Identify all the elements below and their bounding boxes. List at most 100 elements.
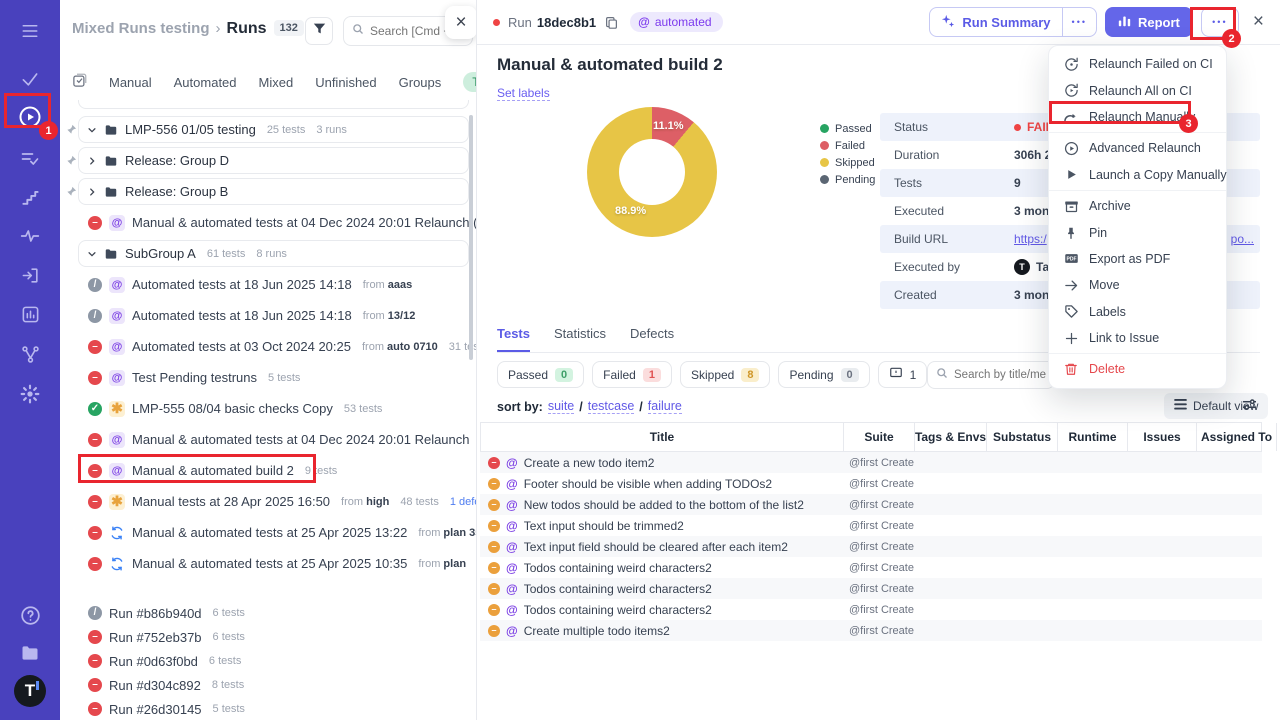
run-row[interactable]: –Run #26d301455 tests [60, 697, 477, 720]
menu-item-pin[interactable]: Pin [1049, 219, 1226, 245]
chevron-down-icon[interactable] [87, 249, 97, 259]
comments-filter-pill[interactable]: 1 [878, 361, 928, 388]
run-row[interactable]: /Run #b86b940d6 tests [60, 601, 477, 625]
table-row[interactable]: –@Create multiple todo items2@first Crea… [480, 620, 1262, 641]
test-title[interactable]: Todos containing weird characters2 [524, 582, 712, 596]
run-row[interactable]: –Manual & automated tests at 25 Apr 2025… [60, 548, 477, 579]
menu-item-link-to-issue[interactable]: Link to Issue [1049, 325, 1226, 351]
column-header-title[interactable]: Title [481, 423, 844, 451]
runs-tab-automated[interactable]: Automated [174, 75, 237, 90]
runs-tab-unfinished[interactable]: Unfinished [315, 75, 376, 90]
run-row[interactable]: –✱Manual tests at 28 Apr 2025 16:50from … [60, 486, 477, 517]
test-title[interactable]: Todos containing weird characters2 [524, 561, 712, 575]
menu-icon[interactable] [0, 14, 60, 48]
steps-icon[interactable] [0, 180, 60, 214]
column-header-suite[interactable]: Suite [844, 423, 915, 451]
folder-icon[interactable] [0, 636, 60, 670]
run-row[interactable]: /@Automated tests at 18 Jun 2025 14:18fr… [60, 269, 477, 300]
menu-item-export-as-pdf[interactable]: PDFExport as PDF [1049, 246, 1226, 272]
close-run-icon[interactable]: × [1253, 11, 1264, 33]
gear-icon[interactable] [0, 377, 60, 411]
build-url-link-end[interactable]: po... [1231, 232, 1254, 246]
select-all-icon[interactable] [72, 73, 87, 91]
run-group-row[interactable]: Release: Group B [60, 176, 477, 207]
run-type-tag[interactable]: @automated [630, 12, 722, 32]
chart-icon[interactable] [0, 297, 60, 331]
build-url-link[interactable]: https:/ [1014, 232, 1047, 246]
sort-link-testcase[interactable]: testcase [588, 399, 635, 414]
table-row[interactable]: –@Text input should be trimmed2@first Cr… [480, 515, 1262, 536]
test-title[interactable]: Footer should be visible when adding TOD… [524, 477, 772, 491]
signin-icon[interactable] [0, 258, 60, 292]
check-icon[interactable] [0, 62, 60, 96]
column-header-substatus[interactable]: Substatus [987, 423, 1058, 451]
tests-search-input[interactable] [954, 369, 1046, 381]
chevron-right-icon[interactable] [87, 156, 97, 166]
table-row[interactable]: –@New todos should be added to the botto… [480, 494, 1262, 515]
filter-button[interactable] [305, 17, 333, 45]
pill-failed[interactable]: Failed1 [592, 361, 672, 388]
menu-item-relaunch-all-on-ci[interactable]: Relaunch All on CI [1049, 77, 1226, 103]
runs-tab-today[interactable]: To [463, 72, 477, 92]
tests-search[interactable] [927, 361, 1055, 389]
help-icon[interactable] [0, 598, 60, 632]
menu-item-relaunch-manually[interactable]: Relaunch Manually [1049, 104, 1226, 130]
test-title[interactable]: New todos should be added to the bottom … [524, 498, 804, 512]
pill-passed[interactable]: Passed0 [497, 361, 584, 388]
table-row[interactable]: –@Todos containing weird characters2@fir… [480, 599, 1262, 620]
tab-statistics[interactable]: Statistics [554, 326, 606, 352]
menu-item-delete[interactable]: Delete [1049, 356, 1226, 382]
runs-scrollbar[interactable] [469, 115, 473, 360]
tab-tests[interactable]: Tests [497, 326, 530, 352]
breadcrumb-project[interactable]: Mixed Runs testing [72, 20, 210, 37]
table-row[interactable]: –@Todos containing weird characters2@fir… [480, 557, 1262, 578]
chevron-right-icon[interactable] [87, 187, 97, 197]
menu-item-move[interactable]: Move [1049, 272, 1226, 298]
run-row[interactable]: –@Manual & automated build 29 tests [60, 455, 477, 486]
run-row[interactable]: –Manual & automated tests at 25 Apr 2025… [60, 517, 477, 548]
user-avatar[interactable]: T [14, 675, 46, 707]
test-title[interactable]: Create a new todo item2 [524, 456, 655, 470]
chevron-down-icon[interactable] [87, 125, 97, 135]
run-summary-more-button[interactable]: ••• [1062, 8, 1096, 36]
run-group-row[interactable]: LMP-556 01/05 testing25 tests3 runs [60, 114, 477, 145]
legend-item-pending[interactable]: Pending [820, 171, 875, 188]
column-settings-icon[interactable] [1242, 398, 1257, 416]
runs-tab-manual[interactable]: Manual [109, 75, 152, 90]
set-labels-link[interactable]: Set labels [497, 86, 550, 101]
pill-skipped[interactable]: Skipped8 [680, 361, 771, 388]
legend-item-skipped[interactable]: Skipped [820, 154, 875, 171]
play-icon[interactable] [0, 100, 60, 134]
legend-item-failed[interactable]: Failed [820, 137, 875, 154]
listcheck-icon[interactable] [0, 142, 60, 176]
menu-item-advanced-relaunch[interactable]: Advanced Relaunch [1049, 135, 1226, 161]
column-header-tags-envs[interactable]: Tags & Envs [915, 423, 987, 451]
runs-tab-groups[interactable]: Groups [399, 75, 442, 90]
runs-tab-mixed[interactable]: Mixed [259, 75, 294, 90]
test-title[interactable]: Create multiple todo items2 [524, 624, 670, 638]
run-row[interactable]: –Run #752eb37b6 tests [60, 625, 477, 649]
run-row[interactable]: –@Automated tests at 03 Oct 2024 20:25fr… [60, 331, 477, 362]
run-summary-button[interactable]: Run Summary ••• [929, 7, 1097, 37]
legend-item-passed[interactable]: Passed [820, 120, 875, 137]
menu-item-archive[interactable]: Archive [1049, 193, 1226, 219]
branch-icon[interactable] [0, 337, 60, 371]
column-header-issues[interactable]: Issues [1128, 423, 1197, 451]
column-header-runtime[interactable]: Runtime [1058, 423, 1128, 451]
run-group-row[interactable]: SubGroup A61 tests8 runs [60, 238, 477, 269]
sort-link-suite[interactable]: suite [548, 399, 574, 414]
menu-item-launch-a-copy-manually[interactable]: Launch a Copy Manually [1049, 162, 1226, 188]
run-row[interactable]: –@Manual & automated tests at 04 Dec 202… [60, 207, 477, 238]
pill-pending[interactable]: Pending0 [778, 361, 869, 388]
test-title[interactable]: Text input field should be cleared after… [524, 540, 788, 554]
table-row[interactable]: –@Todos containing weird characters2@fir… [480, 578, 1262, 599]
table-row[interactable]: –@Create a new todo item2@first Create .… [480, 452, 1262, 473]
more-actions-button[interactable]: ••• [1201, 7, 1239, 37]
panel-close-button[interactable]: × [445, 6, 477, 39]
column-header-assigned-to[interactable]: Assigned To [1197, 423, 1277, 451]
run-row[interactable]: –@Test Pending testruns5 tests [60, 362, 477, 393]
sort-link-failure[interactable]: failure [648, 399, 682, 414]
run-defects[interactable]: 1 defects [450, 496, 477, 508]
pulse-icon[interactable] [0, 219, 60, 253]
run-row[interactable]: /@Automated tests at 18 Jun 2025 14:18fr… [60, 300, 477, 331]
